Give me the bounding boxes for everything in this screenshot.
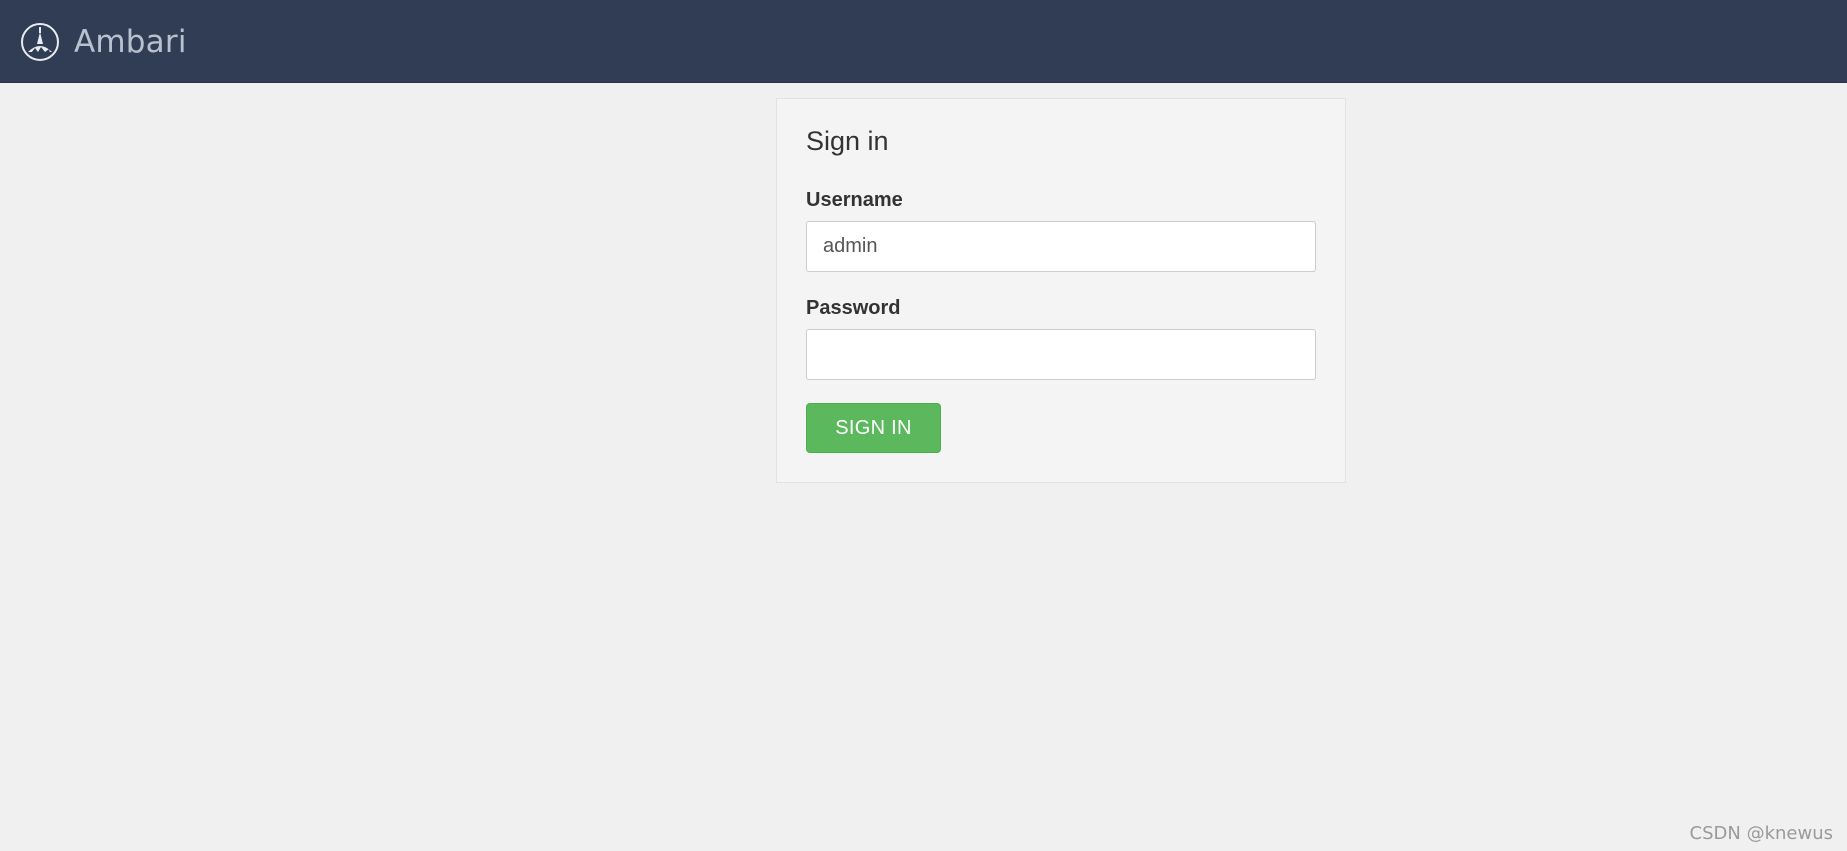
ambari-logo-icon	[21, 23, 59, 61]
brand-name: Ambari	[74, 24, 187, 60]
watermark-text: CSDN @knewus	[1689, 823, 1833, 844]
password-input[interactable]	[806, 329, 1316, 380]
username-input[interactable]	[806, 221, 1316, 272]
password-label: Password	[806, 297, 901, 319]
sign-in-button[interactable]: SIGN IN	[806, 403, 941, 453]
login-panel: Sign in Username Password SIGN IN	[776, 98, 1346, 483]
top-navbar: Ambari	[0, 0, 1847, 83]
username-label: Username	[806, 189, 903, 211]
panel-title: Sign in	[806, 126, 889, 156]
brand-link[interactable]: Ambari	[20, 21, 187, 63]
